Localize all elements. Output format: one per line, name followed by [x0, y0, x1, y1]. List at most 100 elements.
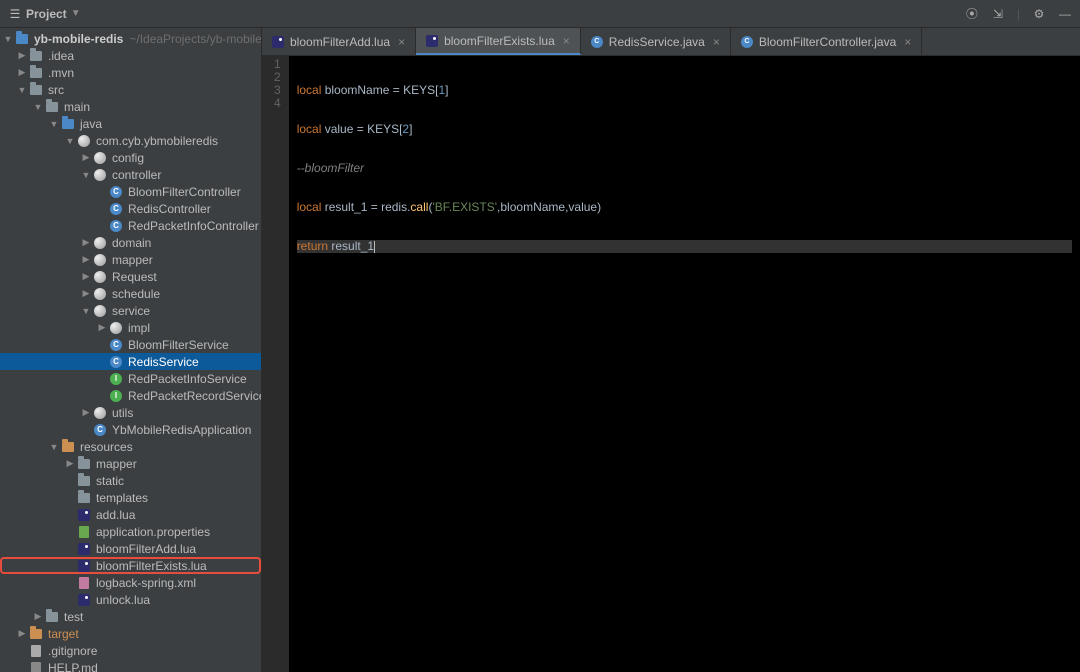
tree-service[interactable]: service: [0, 302, 261, 319]
folder-icon: [46, 102, 58, 112]
tree-main[interactable]: main: [0, 98, 261, 115]
project-tree[interactable]: yb-mobile-redis~/IdeaProjects/yb-mobile-…: [0, 28, 262, 672]
tree-svc2[interactable]: CRedisService: [0, 353, 261, 370]
close-icon[interactable]: ×: [713, 35, 720, 49]
tree-ctrl2[interactable]: CRedisController: [0, 200, 261, 217]
tree-help[interactable]: HELP.md: [0, 659, 261, 672]
folder-icon: [78, 476, 90, 486]
resources-folder-icon: [62, 442, 74, 452]
tree-appprops[interactable]: application.properties: [0, 523, 261, 540]
target-icon[interactable]: ⦿: [965, 7, 979, 21]
lua-file-icon: [78, 560, 90, 572]
class-icon: C: [110, 356, 122, 368]
tree-java[interactable]: java: [0, 115, 261, 132]
package-icon: [94, 169, 106, 181]
tree-app[interactable]: CYbMobileRedisApplication: [0, 421, 261, 438]
package-icon: [94, 288, 106, 300]
gear-icon[interactable]: ⚙: [1032, 7, 1046, 21]
lua-file-icon: [426, 35, 438, 47]
tree-logback[interactable]: logback-spring.xml: [0, 574, 261, 591]
tab-redisservice[interactable]: CRedisService.java×: [581, 28, 731, 55]
folder-icon: [78, 459, 90, 469]
tree-domain[interactable]: domain: [0, 234, 261, 251]
tree-src[interactable]: src: [0, 81, 261, 98]
project-tool-icon: ☰: [8, 7, 22, 21]
text-cursor: [374, 241, 375, 253]
java-file-icon: C: [591, 36, 603, 48]
tree-ctrl3[interactable]: CRedPacketInfoController: [0, 217, 261, 234]
tree-impl[interactable]: impl: [0, 319, 261, 336]
tree-mapper[interactable]: mapper: [0, 251, 261, 268]
lua-file-icon: [78, 509, 90, 521]
tree-idea[interactable]: .idea: [0, 47, 261, 64]
tree-schedule[interactable]: schedule: [0, 285, 261, 302]
close-icon[interactable]: ×: [563, 34, 570, 48]
tree-gitignore[interactable]: .gitignore: [0, 642, 261, 659]
tree-static[interactable]: static: [0, 472, 261, 489]
class-icon: C: [110, 203, 122, 215]
lua-file-icon: [272, 36, 284, 48]
tab-bloomfilteradd[interactable]: bloomFilterAdd.lua×: [262, 28, 416, 55]
tab-bloomfiltercontroller[interactable]: CBloomFilterController.java×: [731, 28, 922, 55]
tree-root[interactable]: yb-mobile-redis~/IdeaProjects/yb-mobile-…: [0, 30, 261, 47]
tree-bfexists[interactable]: bloomFilterExists.lua: [0, 557, 261, 574]
code-editor[interactable]: 1 2 3 4 local bloomName = KEYS[1] local …: [262, 56, 1080, 672]
tree-addlua[interactable]: add.lua: [0, 506, 261, 523]
folder-icon: [46, 612, 58, 622]
line-gutter: 1 2 3 4: [262, 56, 289, 672]
class-icon: C: [94, 424, 106, 436]
tab-bloomfilterexists[interactable]: bloomFilterExists.lua×: [416, 28, 581, 55]
toolbar-divider: |: [1017, 7, 1020, 21]
folder-icon: [30, 51, 42, 61]
tree-target[interactable]: target: [0, 625, 261, 642]
lua-file-icon: [78, 543, 90, 555]
tree-package[interactable]: com.cyb.ybmobileredis: [0, 132, 261, 149]
expand-icon[interactable]: ⇲: [991, 7, 1005, 21]
package-icon: [94, 407, 106, 419]
tree-res-mapper[interactable]: mapper: [0, 455, 261, 472]
package-icon: [94, 237, 106, 249]
package-icon: [78, 135, 90, 147]
src-folder-icon: [62, 119, 74, 129]
folder-icon: [30, 68, 42, 78]
package-icon: [110, 322, 122, 334]
close-icon[interactable]: ×: [904, 35, 911, 49]
code-content[interactable]: local bloomName = KEYS[1] local value = …: [289, 56, 1080, 672]
lua-file-icon: [78, 594, 90, 606]
editor-tabs: bloomFilterAdd.lua× bloomFilterExists.lu…: [262, 28, 1080, 56]
module-icon: [16, 34, 28, 44]
project-dropdown[interactable]: ☰ Project ▼: [8, 7, 81, 21]
tree-svc3[interactable]: IRedPacketInfoService: [0, 370, 261, 387]
folder-icon: [78, 493, 90, 503]
tree-config[interactable]: config: [0, 149, 261, 166]
tree-templates[interactable]: templates: [0, 489, 261, 506]
package-icon: [94, 254, 106, 266]
java-file-icon: C: [741, 36, 753, 48]
project-label: Project: [26, 7, 67, 21]
tree-request[interactable]: Request: [0, 268, 261, 285]
tree-utils[interactable]: utils: [0, 404, 261, 421]
tree-svc1[interactable]: CBloomFilterService: [0, 336, 261, 353]
package-icon: [94, 152, 106, 164]
interface-icon: I: [110, 373, 122, 385]
properties-file-icon: [79, 526, 89, 538]
tree-unlock[interactable]: unlock.lua: [0, 591, 261, 608]
folder-icon: [30, 85, 42, 95]
markdown-file-icon: [31, 662, 41, 672]
class-icon: C: [110, 186, 122, 198]
interface-icon: I: [110, 390, 122, 402]
tree-svc4[interactable]: IRedPacketRecordService: [0, 387, 261, 404]
close-icon[interactable]: ×: [398, 35, 405, 49]
file-icon: [31, 645, 41, 657]
tree-bfadd[interactable]: bloomFilterAdd.lua: [0, 540, 261, 557]
class-icon: C: [110, 339, 122, 351]
top-toolbar: ☰ Project ▼ ⦿ ⇲ | ⚙ —: [0, 0, 1080, 28]
tree-resources[interactable]: resources: [0, 438, 261, 455]
tree-ctrl1[interactable]: CBloomFilterController: [0, 183, 261, 200]
tree-mvn[interactable]: .mvn: [0, 64, 261, 81]
tree-test[interactable]: test: [0, 608, 261, 625]
tree-controller[interactable]: controller: [0, 166, 261, 183]
xml-file-icon: [79, 577, 89, 589]
hide-icon[interactable]: —: [1058, 7, 1072, 21]
class-icon: C: [110, 220, 122, 232]
